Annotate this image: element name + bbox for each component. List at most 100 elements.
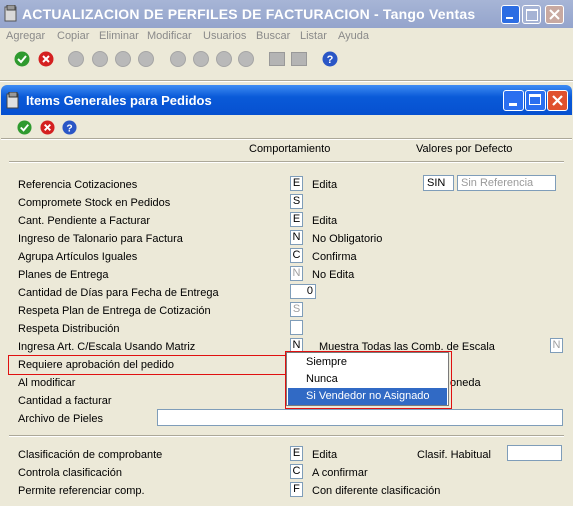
- ref-default-desc: Sin Referencia: [461, 177, 534, 189]
- minimize-button[interactable]: [503, 90, 524, 111]
- tool-icon-8[interactable]: [238, 51, 254, 67]
- tool-icon-1[interactable]: [68, 51, 84, 67]
- code-field[interactable]: N: [290, 266, 303, 281]
- menu-eliminar[interactable]: Eliminar: [99, 30, 139, 42]
- desc-agrupa-articulos: Confirma: [312, 251, 357, 263]
- inner-title-bar: Items Generales para Pedidos: [1, 85, 572, 115]
- separator: [1, 138, 572, 140]
- menu-item-nunca[interactable]: Nunca: [288, 371, 447, 388]
- accept-icon[interactable]: [17, 120, 32, 135]
- separator: [9, 161, 564, 163]
- tool-icon-5[interactable]: [170, 51, 186, 67]
- accept-icon[interactable]: [14, 51, 30, 67]
- code-field[interactable]: C: [290, 464, 303, 479]
- separator: [9, 435, 564, 437]
- outer-window-title: ACTUALIZACION DE PERFILES DE FACTURACION…: [22, 6, 476, 22]
- close-button[interactable]: [547, 90, 568, 111]
- menu-item-label: Si Vendedor no Asignado: [306, 390, 430, 402]
- label-planes-entrega: Planes de Entrega: [18, 269, 109, 281]
- svg-text:?: ?: [327, 54, 334, 66]
- menu-modificar[interactable]: Modificar: [147, 30, 192, 42]
- chart-icon[interactable]: [291, 52, 307, 66]
- code-field[interactable]: S: [290, 194, 303, 209]
- label-compromete-stock: Compromete Stock en Pedidos: [18, 197, 171, 209]
- menu-buscar[interactable]: Buscar: [256, 30, 290, 42]
- label-clasificacion-comprobante: Clasificación de comprobante: [18, 449, 163, 461]
- label-controla-clasificacion: Controla clasificación: [18, 467, 122, 479]
- code-field[interactable]: S: [290, 302, 303, 317]
- tool-icon-6[interactable]: [193, 51, 209, 67]
- desc-cant-pendiente: Edita: [312, 215, 338, 227]
- days-field[interactable]: 0: [290, 284, 316, 299]
- desc-referencia: Edita: [312, 179, 338, 191]
- clasif-habitual-field[interactable]: [507, 445, 562, 461]
- tool-icon-4[interactable]: [138, 51, 154, 67]
- desc-clasificacion-comprobante: Edita: [312, 449, 338, 461]
- inner-window: Items Generales para Pedidos ? Comportam…: [1, 85, 572, 506]
- column-header-behavior: Comportamiento: [249, 143, 331, 155]
- label-ingresa-art-escala: Ingresa Art. C/Escala Usando Matriz: [18, 341, 196, 353]
- menu-item-si-vendedor-no-asignado[interactable]: Si Vendedor no Asignado: [288, 388, 447, 405]
- code-field[interactable]: E: [290, 212, 303, 227]
- code-field[interactable]: E: [290, 176, 303, 191]
- label-permite-referenciar: Permite referenciar comp.: [18, 485, 145, 497]
- menu-usuarios[interactable]: Usuarios: [203, 30, 246, 42]
- label-ingreso-talonario: Ingreso de Talonario para Factura: [18, 233, 183, 245]
- label-cantidad-facturar: Cantidad a facturar: [18, 395, 112, 407]
- code-field[interactable]: F: [290, 482, 303, 497]
- archivo-pieles-field[interactable]: [157, 409, 563, 426]
- column-header-defaults: Valores por Defecto: [416, 143, 513, 155]
- aprobacion-dropdown-menu: Siempre Nunca Si Vendedor no Asignado: [286, 352, 449, 406]
- app-icon: [4, 5, 17, 22]
- maximize-button[interactable]: [525, 90, 546, 111]
- close-icon: [552, 95, 563, 106]
- maximize-button[interactable]: [522, 5, 541, 24]
- minimize-button[interactable]: [501, 5, 520, 24]
- label-al-modificar: Al modificar: [18, 377, 76, 389]
- code-field[interactable]: [290, 320, 303, 335]
- label-respeta-plan: Respeta Plan de Entrega de Cotización: [18, 305, 211, 317]
- menu-ayuda[interactable]: Ayuda: [338, 30, 369, 42]
- help-icon[interactable]: ?: [62, 120, 77, 135]
- menu-listar[interactable]: Listar: [300, 30, 327, 42]
- toolbar-separator: [0, 80, 573, 82]
- label-referencia-cotizaciones: Referencia Cotizaciones: [18, 179, 138, 191]
- code-field[interactable]: C: [290, 248, 303, 263]
- tool-icon-2[interactable]: [92, 51, 108, 67]
- label-clasif-habitual: Clasif. Habitual: [417, 449, 491, 461]
- desc-ingreso-talonario: No Obligatorio: [312, 233, 383, 245]
- desc-al-modificar: oneda: [450, 377, 481, 389]
- ref-default-code: SIN: [427, 177, 446, 189]
- desc-planes-entrega: No Edita: [312, 269, 355, 281]
- app-icon: [6, 92, 19, 109]
- menu-copiar[interactable]: Copiar: [57, 30, 89, 42]
- code-field[interactable]: N: [290, 230, 303, 245]
- menu-agregar[interactable]: Agregar: [6, 30, 45, 42]
- escala-default-code[interactable]: N: [550, 338, 563, 353]
- tool-icon-3[interactable]: [115, 51, 131, 67]
- close-button[interactable]: [545, 5, 564, 24]
- menu-item-label: Siempre: [306, 356, 347, 368]
- highlight-annotation-row: [8, 355, 290, 375]
- svg-text:?: ?: [66, 123, 72, 134]
- tool-icon-7[interactable]: [216, 51, 232, 67]
- cancel-icon[interactable]: [40, 120, 55, 135]
- code-field[interactable]: E: [290, 446, 303, 461]
- inner-window-title: Items Generales para Pedidos: [26, 93, 212, 108]
- ref-default-code-field[interactable]: SIN: [423, 175, 454, 191]
- label-cant-pendiente: Cant. Pendiente a Facturar: [18, 215, 151, 227]
- ref-default-desc-field[interactable]: Sin Referencia: [457, 175, 556, 191]
- close-icon: [549, 9, 560, 20]
- help-icon[interactable]: ?: [322, 51, 338, 67]
- menu-bar: Agregar Copiar Eliminar Modificar Usuari…: [0, 28, 573, 46]
- label-cantidad-dias: Cantidad de Días para Fecha de Entrega: [18, 287, 219, 299]
- cancel-icon[interactable]: [38, 51, 54, 67]
- desc-permite-referenciar: Con diferente clasificación: [312, 485, 441, 497]
- outer-title-bar: ACTUALIZACION DE PERFILES DE FACTURACION…: [0, 0, 573, 28]
- binoculars-icon[interactable]: [269, 52, 285, 66]
- desc-controla-clasificacion: A confirmar: [312, 467, 368, 479]
- label-respeta-distribucion: Respeta Distribución: [18, 323, 120, 335]
- menu-item-label: Nunca: [306, 373, 338, 385]
- menu-item-siempre[interactable]: Siempre: [288, 354, 447, 371]
- label-archivo-pieles: Archivo de Pieles: [18, 413, 103, 425]
